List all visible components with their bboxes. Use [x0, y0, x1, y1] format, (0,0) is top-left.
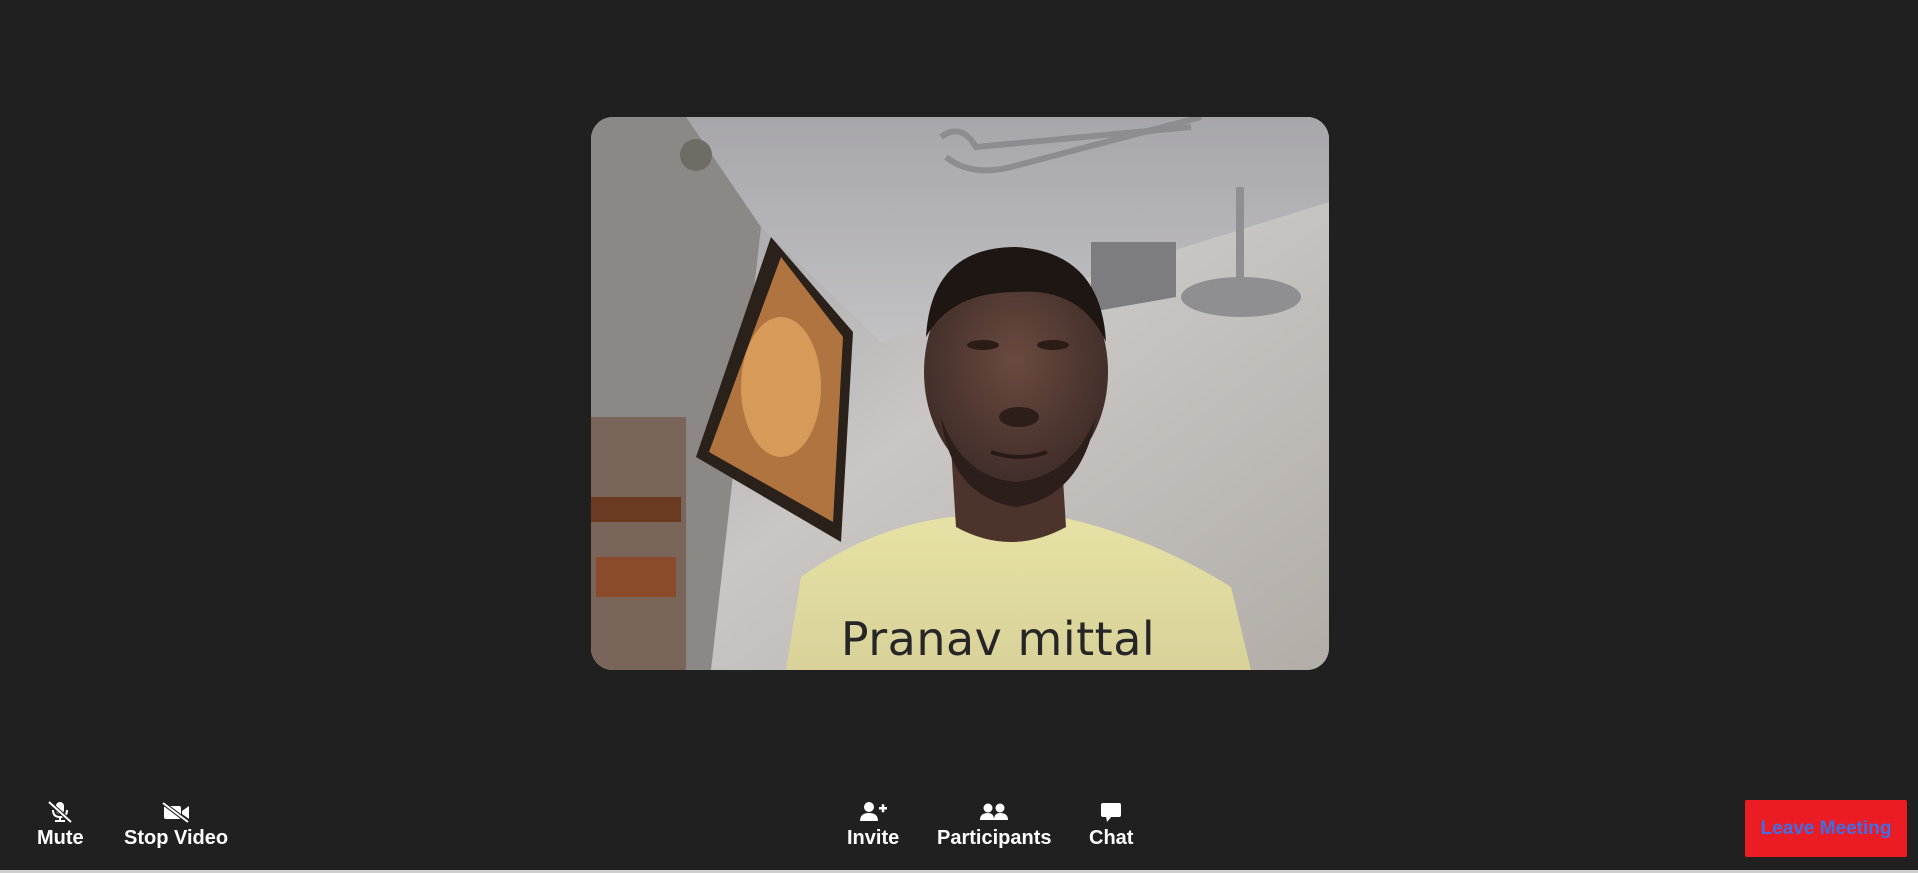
video-slash-icon [161, 800, 191, 824]
participants-button[interactable]: Participants [937, 800, 1051, 850]
chat-label: Chat [1089, 827, 1134, 849]
participant-name-label: Pranav mittal [840, 612, 1156, 666]
meeting-window: Pranav mittal Mute Stop Video Invite Par… [0, 0, 1918, 873]
invite-label: Invite [847, 827, 900, 849]
stop-video-label: Stop Video [124, 827, 229, 849]
mute-label: Mute [37, 827, 84, 849]
chat-button[interactable]: Chat [1089, 800, 1133, 850]
leave-meeting-button[interactable]: Leave Meeting [1745, 800, 1907, 857]
meeting-toolbar: Mute Stop Video Invite Participants Chat [0, 790, 1918, 870]
mute-button[interactable]: Mute [37, 800, 84, 850]
microphone-slash-icon [46, 800, 74, 824]
invite-button[interactable]: Invite [847, 800, 899, 850]
user-plus-icon [858, 800, 888, 824]
chat-bubble-icon [1099, 800, 1123, 824]
participant-video-tile: Pranav mittal [591, 117, 1329, 670]
stop-video-button[interactable]: Stop Video [124, 800, 228, 850]
participants-label: Participants [937, 827, 1052, 849]
webcam-feed-image [591, 117, 1329, 670]
users-icon [979, 800, 1009, 824]
